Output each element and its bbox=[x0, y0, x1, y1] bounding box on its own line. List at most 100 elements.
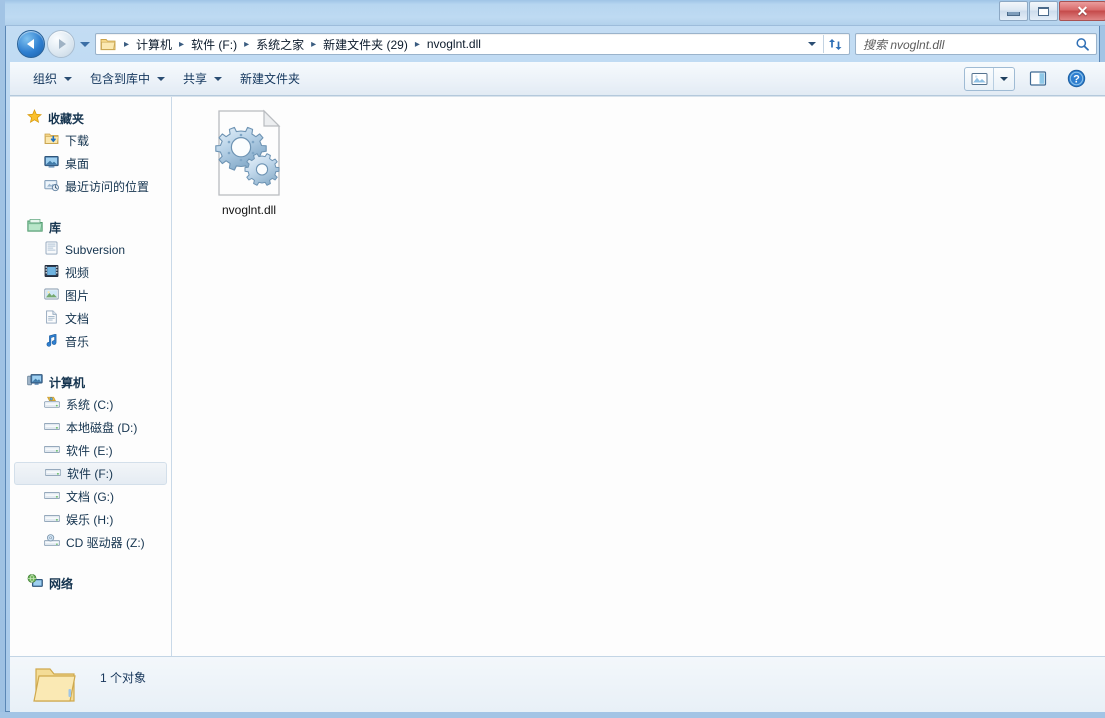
title-bar[interactable]: ✕ bbox=[5, 0, 1105, 26]
nav-item-documents[interactable]: 文档 bbox=[10, 307, 171, 330]
nav-item-label: 文档 bbox=[65, 310, 89, 327]
preview-pane-button[interactable] bbox=[1023, 67, 1053, 91]
nav-spacer bbox=[10, 556, 171, 572]
breadcrumb-item-0[interactable]: 计算机 bbox=[133, 35, 175, 54]
nav-item-label: 音乐 bbox=[65, 333, 89, 350]
maximize-button[interactable] bbox=[1029, 1, 1058, 21]
breadcrumb-separator-2[interactable]: ▸ bbox=[240, 39, 253, 50]
back-button[interactable] bbox=[17, 30, 45, 58]
toolbar-item-new-folder[interactable]: 新建文件夹 bbox=[231, 67, 309, 91]
close-button[interactable]: ✕ bbox=[1059, 1, 1105, 21]
minimize-button[interactable] bbox=[999, 1, 1028, 21]
nav-item-drive-e[interactable]: 软件 (E:) bbox=[10, 439, 171, 462]
breadcrumb-item-4[interactable]: nvoglnt.dll bbox=[424, 36, 484, 52]
view-mode-button[interactable] bbox=[964, 67, 1015, 91]
help-button[interactable]: ? bbox=[1061, 67, 1091, 91]
nav-item-videos[interactable]: 视频 bbox=[10, 261, 171, 284]
nav-item-drive-f[interactable]: 软件 (F:) bbox=[14, 462, 167, 485]
address-dropdown-icon[interactable] bbox=[808, 42, 816, 46]
breadcrumb: ▸ 计算机 ▸ 软件 (F:) ▸ 系统之家 ▸ 新建文件夹 (29) ▸ nv… bbox=[120, 35, 801, 54]
nav-item-downloads[interactable]: 下载 bbox=[10, 129, 171, 152]
nav-item-label: 桌面 bbox=[65, 155, 89, 172]
library-icon bbox=[27, 218, 43, 236]
breadcrumb-separator-1[interactable]: ▸ bbox=[175, 39, 188, 50]
nav-item-label: CD 驱动器 (Z:) bbox=[66, 534, 145, 551]
view-mode-dropdown[interactable] bbox=[993, 68, 1014, 90]
file-list-pane[interactable]: nvoglnt.dll bbox=[172, 97, 1105, 656]
computer-icon bbox=[27, 373, 43, 391]
breadcrumb-item-3[interactable]: 新建文件夹 (29) bbox=[320, 35, 411, 54]
help-icon: ? bbox=[1067, 69, 1086, 88]
nav-item-label: 娱乐 (H:) bbox=[66, 511, 113, 528]
window-controls: ✕ bbox=[998, 1, 1105, 21]
file-name: nvoglnt.dll bbox=[222, 203, 276, 217]
breadcrumb-item-2[interactable]: 系统之家 bbox=[253, 35, 307, 54]
nav-item-label: 软件 (E:) bbox=[66, 442, 113, 459]
nav-group-libraries: 库 Subversion bbox=[10, 216, 171, 353]
recent-places-icon bbox=[44, 178, 59, 195]
nav-item-label: 图片 bbox=[65, 287, 89, 304]
nav-item-drive-d[interactable]: 本地磁盘 (D:) bbox=[10, 416, 171, 439]
library-folder-icon bbox=[44, 241, 59, 258]
nav-item-label: 文档 (G:) bbox=[66, 488, 114, 505]
explorer-window: ✕ ▸ 计算机 ▸ 软件 (F:) ▸ 系统之家 bbox=[0, 0, 1105, 718]
search-box[interactable]: 搜索 nvoglnt.dll bbox=[855, 33, 1097, 55]
nav-item-drive-z[interactable]: CD 驱动器 (Z:) bbox=[10, 531, 171, 554]
drive-icon bbox=[44, 511, 60, 528]
dll-gears-icon bbox=[209, 109, 289, 197]
back-arrow-icon bbox=[27, 39, 34, 49]
toolbar-label-new-folder: 新建文件夹 bbox=[240, 70, 300, 87]
nav-header-network[interactable]: 网络 bbox=[10, 572, 171, 594]
breadcrumb-bar[interactable]: ▸ 计算机 ▸ 软件 (F:) ▸ 系统之家 ▸ 新建文件夹 (29) ▸ nv… bbox=[95, 33, 850, 55]
documents-icon bbox=[44, 310, 59, 327]
command-toolbar: 组织 包含到库中 共享 新建文件夹 bbox=[10, 62, 1105, 96]
nav-item-drive-c[interactable]: 系统 (C:) bbox=[10, 393, 171, 416]
star-icon bbox=[27, 109, 42, 127]
toolbar-item-include-in-library[interactable]: 包含到库中 bbox=[81, 67, 174, 91]
breadcrumb-separator-0[interactable]: ▸ bbox=[120, 39, 133, 50]
preview-pane-icon bbox=[1029, 71, 1047, 86]
nav-header-label: 计算机 bbox=[49, 374, 85, 391]
navigation-pane[interactable]: 收藏夹 下载 bbox=[10, 97, 172, 656]
nav-item-label: 本地磁盘 (D:) bbox=[66, 419, 137, 436]
chevron-down-icon bbox=[157, 77, 165, 81]
file-item[interactable]: nvoglnt.dll bbox=[197, 109, 301, 217]
pictures-icon bbox=[44, 287, 59, 304]
close-icon: ✕ bbox=[1077, 4, 1089, 18]
chevron-down-icon bbox=[214, 77, 222, 81]
nav-item-music[interactable]: 音乐 bbox=[10, 330, 171, 353]
toolbar-item-share[interactable]: 共享 bbox=[174, 67, 231, 91]
nav-item-drive-g[interactable]: 文档 (G:) bbox=[10, 485, 171, 508]
refresh-button[interactable] bbox=[824, 37, 849, 52]
nav-header-favorites[interactable]: 收藏夹 bbox=[10, 107, 171, 129]
view-mode-icon bbox=[965, 68, 993, 90]
nav-item-pictures[interactable]: 图片 bbox=[10, 284, 171, 307]
breadcrumb-separator-3[interactable]: ▸ bbox=[307, 39, 320, 50]
folder-open-icon bbox=[32, 663, 78, 707]
search-input[interactable]: 搜索 nvoglnt.dll bbox=[856, 36, 1075, 53]
status-text: 1 个对象 bbox=[100, 669, 146, 686]
toolbar-item-organize[interactable]: 组织 bbox=[24, 67, 81, 91]
music-icon bbox=[44, 333, 59, 350]
nav-group-favorites: 收藏夹 下载 bbox=[10, 107, 171, 198]
nav-group-network: 网络 bbox=[10, 572, 171, 594]
breadcrumb-item-1[interactable]: 软件 (F:) bbox=[188, 35, 240, 54]
nav-header-libraries[interactable]: 库 bbox=[10, 216, 171, 238]
system-drive-icon bbox=[44, 396, 60, 413]
nav-header-label: 库 bbox=[49, 219, 61, 236]
drive-icon bbox=[44, 419, 60, 436]
recent-pages-dropdown-icon[interactable] bbox=[80, 42, 90, 47]
chevron-down-icon bbox=[64, 77, 72, 81]
nav-item-drive-h[interactable]: 娱乐 (H:) bbox=[10, 508, 171, 531]
folder-icon bbox=[100, 37, 117, 52]
nav-item-subversion[interactable]: Subversion bbox=[10, 238, 171, 261]
toolbar-right-group: ? bbox=[964, 67, 1105, 91]
breadcrumb-separator-4[interactable]: ▸ bbox=[411, 39, 424, 50]
downloads-icon bbox=[44, 132, 59, 149]
nav-item-label: 系统 (C:) bbox=[66, 396, 113, 413]
nav-item-desktop[interactable]: 桌面 bbox=[10, 152, 171, 175]
nav-item-recent-places[interactable]: 最近访问的位置 bbox=[10, 175, 171, 198]
nav-header-computer[interactable]: 计算机 bbox=[10, 371, 171, 393]
forward-button[interactable] bbox=[47, 30, 75, 58]
nav-item-label: 下载 bbox=[65, 132, 89, 149]
